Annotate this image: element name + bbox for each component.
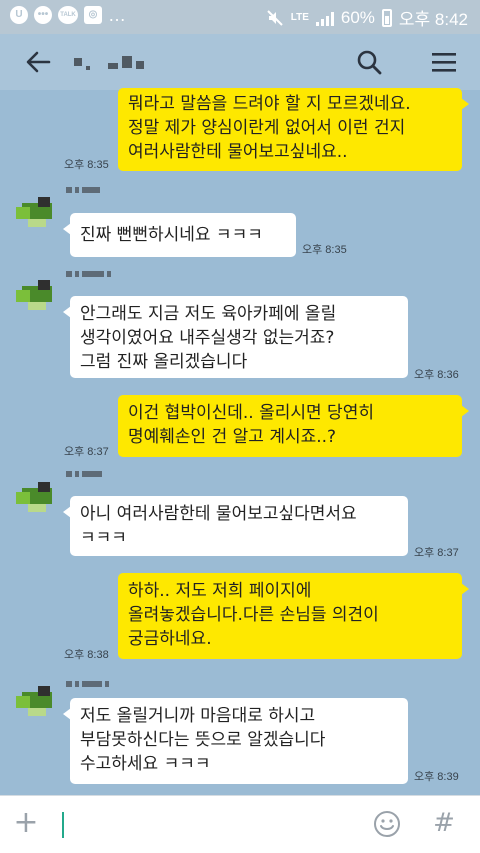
status-right: LTE 60% 오후 8:42: [266, 5, 468, 30]
avatar[interactable]: [8, 185, 60, 237]
battery-percent: 60%: [340, 7, 375, 27]
message-bubble-sent[interactable]: 이건 협박이신데.. 올리시면 당연히 명예훼손인 건 알고 계시죠..?: [118, 395, 469, 457]
menu-icon[interactable]: [430, 48, 458, 76]
back-arrow-icon[interactable]: [24, 48, 52, 76]
message-bubble-received[interactable]: 진짜 뻔뻔하시네요 ㅋㅋㅋ: [63, 213, 296, 257]
message-time: 오후 8:39: [414, 771, 459, 783]
hashtag-search-icon[interactable]: #: [430, 808, 458, 838]
sender-name-redacted: [66, 678, 109, 690]
message-input-bar: + #: [0, 795, 480, 853]
text-cursor: [62, 812, 64, 838]
message-bubble-received[interactable]: 저도 올릴거니까 마음대로 하시고 부담못하신다는 뜻으로 알겠습니다 수고하세…: [63, 698, 408, 784]
signal-icon: [315, 10, 334, 26]
dots-icon: •••: [34, 6, 52, 24]
chat-header: [0, 34, 480, 90]
message-time: 오후 8:35: [64, 159, 109, 171]
message-input[interactable]: [55, 804, 365, 844]
mute-icon: [267, 9, 283, 26]
kakaotalk-icon: TALK: [58, 6, 78, 24]
message-time: 오후 8:37: [414, 547, 459, 559]
clock: 오후 8:42: [398, 10, 468, 29]
more-icon: …: [108, 5, 126, 25]
message-time: 오후 8:38: [64, 649, 109, 661]
status-left-icons: U ••• TALK ◎ …: [10, 6, 126, 24]
message-time: 오후 8:37: [64, 446, 109, 458]
message-time: 오후 8:35: [302, 244, 347, 256]
chat-title-redacted: [74, 52, 144, 72]
avatar[interactable]: [8, 674, 60, 726]
instagram-icon: ◎: [84, 6, 102, 24]
message-time: 오후 8:36: [414, 369, 459, 381]
message-bubble-sent[interactable]: 하하.. 저도 저희 페이지에 올려놓겠습니다.다른 손님들 의견이 궁금하네요…: [118, 573, 469, 659]
battery-icon: [381, 8, 392, 27]
message-bubble-received[interactable]: 아니 여러사람한테 물어보고싶다면서요 ㅋㅋㅋ: [63, 496, 408, 556]
message-bubble-sent[interactable]: 뭐라고 말씀을 드려야 할 지 모르겠네요. 정말 제가 양심이란게 없어서 이…: [118, 88, 469, 171]
sender-name-redacted: [66, 468, 102, 480]
network-label: LTE: [290, 12, 309, 23]
message-bubble-received[interactable]: 안그래도 지금 저도 육아카페에 올릴 생각이였어요 내주실생각 없는거죠? 그…: [63, 296, 408, 378]
search-icon[interactable]: [355, 48, 383, 76]
avatar[interactable]: [8, 470, 60, 522]
emoticon-icon[interactable]: [373, 810, 401, 838]
sender-name-redacted: [66, 268, 111, 280]
sender-name-redacted: [66, 184, 100, 196]
plus-icon[interactable]: +: [12, 808, 40, 838]
status-bar: U ••• TALK ◎ … LTE 60% 오후 8:42: [0, 0, 480, 34]
circle-u-icon: U: [10, 6, 28, 24]
avatar[interactable]: [8, 268, 60, 320]
